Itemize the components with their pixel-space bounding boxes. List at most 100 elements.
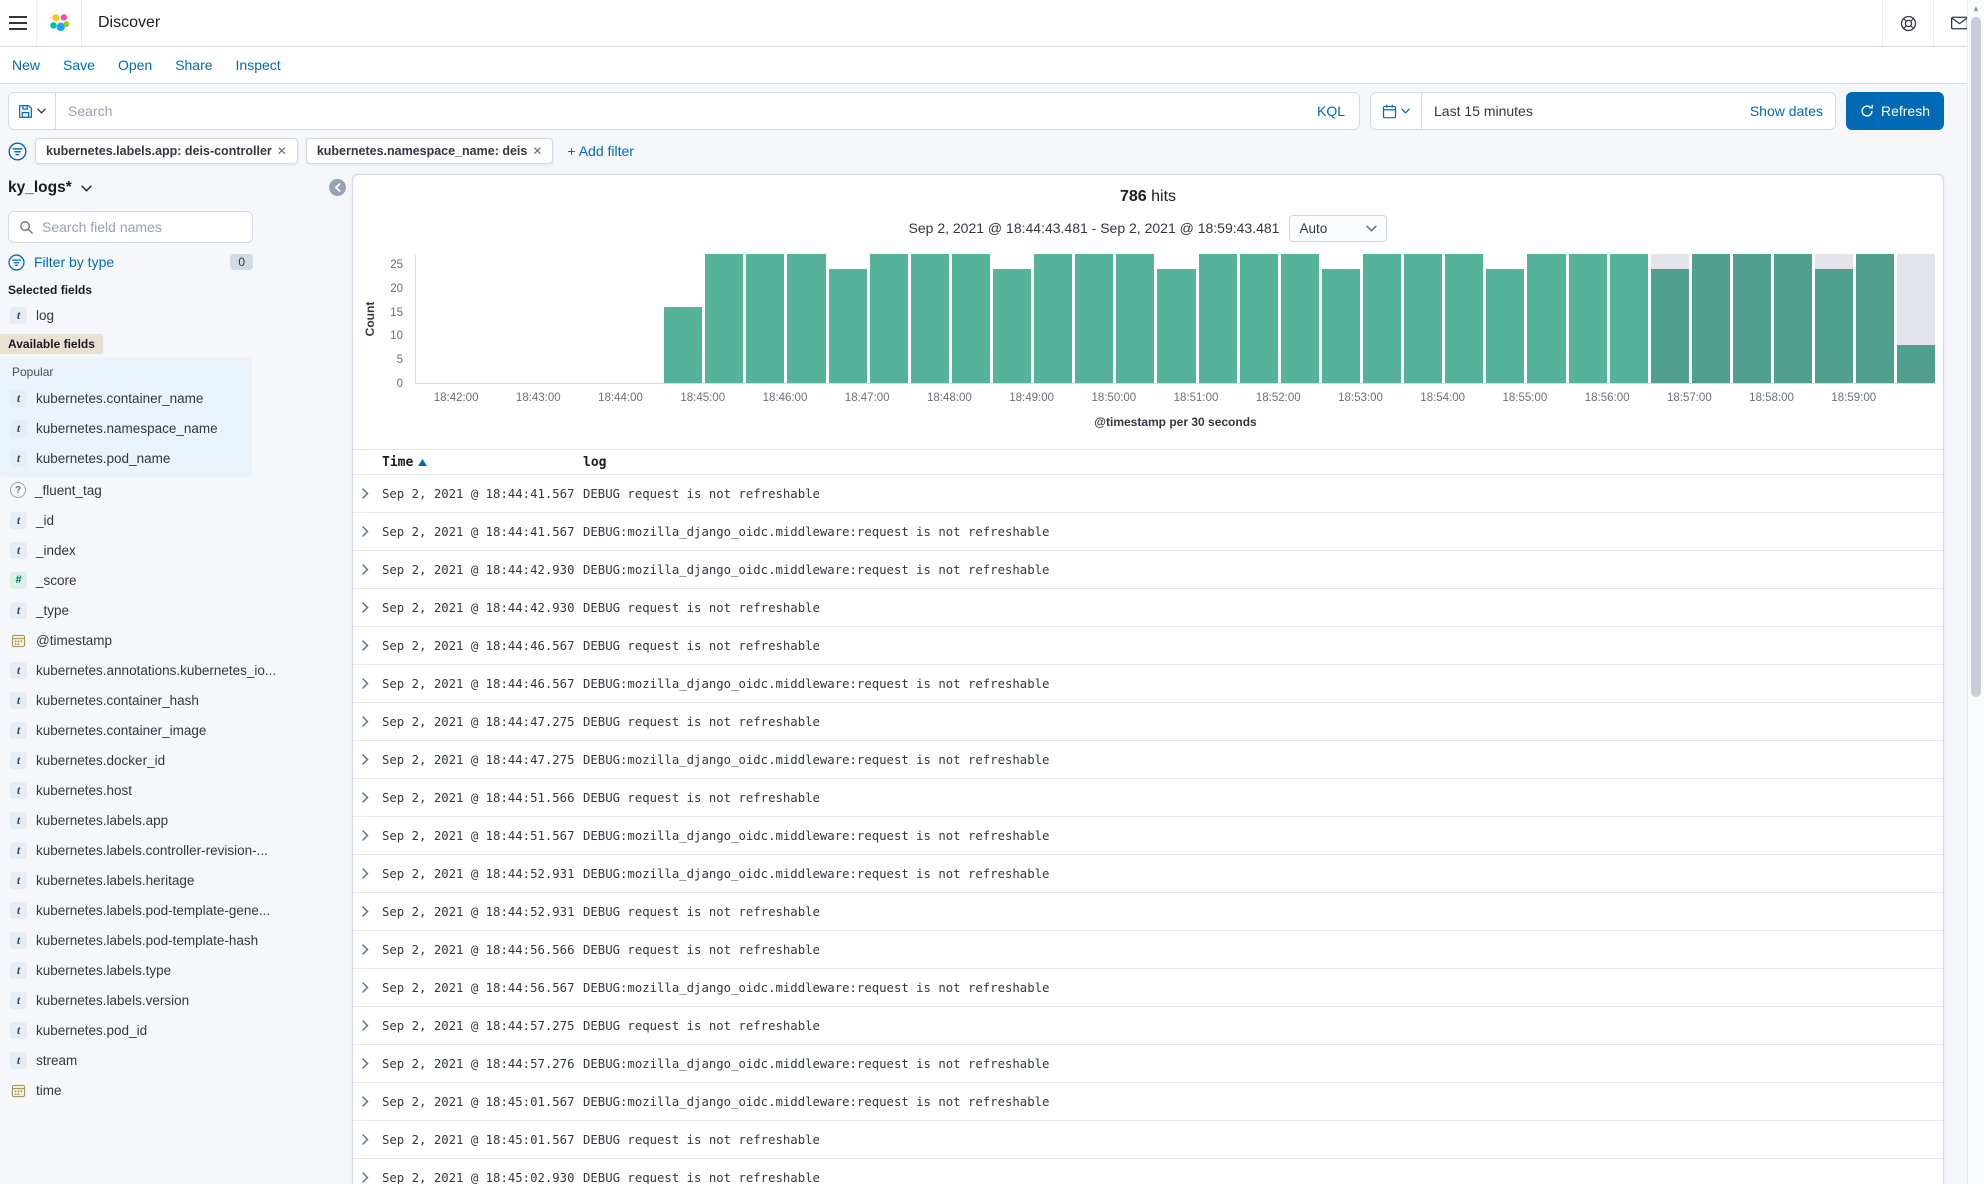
expand-row-icon[interactable]: [353, 830, 382, 841]
table-row[interactable]: Sep 2, 2021 @ 18:44:56.566DEBUG request …: [353, 931, 1943, 969]
histogram-bar[interactable]: [1157, 254, 1195, 383]
field-item[interactable]: ?_fluent_tag: [0, 475, 252, 505]
table-row[interactable]: Sep 2, 2021 @ 18:44:47.275DEBUG request …: [353, 703, 1943, 741]
field-item[interactable]: tkubernetes.pod_name: [0, 443, 252, 473]
expand-row-icon[interactable]: [353, 1058, 382, 1069]
table-row[interactable]: Sep 2, 2021 @ 18:45:02.930DEBUG request …: [353, 1159, 1943, 1184]
expand-row-icon[interactable]: [353, 640, 382, 651]
histogram-bar[interactable]: [829, 254, 867, 383]
histogram-bar[interactable]: [1610, 254, 1648, 383]
histogram-bar[interactable]: [911, 254, 949, 383]
toolbar-link-share[interactable]: Share: [171, 55, 216, 75]
field-item[interactable]: tkubernetes.labels.app: [0, 805, 252, 835]
help-icon[interactable]: [1883, 0, 1933, 46]
expand-row-icon[interactable]: [353, 716, 382, 727]
histogram-bar[interactable]: [1075, 254, 1113, 383]
field-item[interactable]: tkubernetes.container_hash: [0, 685, 252, 715]
field-item[interactable]: tkubernetes.annotations.kubernetes_io...: [0, 655, 252, 685]
menu-hamburger-icon[interactable]: [0, 0, 36, 46]
remove-filter-icon[interactable]: ✕: [272, 144, 292, 158]
field-item[interactable]: tkubernetes.labels.type: [0, 955, 252, 985]
expand-row-icon[interactable]: [353, 906, 382, 917]
kql-syntax-button[interactable]: KQL: [1315, 103, 1347, 119]
histogram-bar[interactable]: [1363, 254, 1401, 383]
expand-row-icon[interactable]: [353, 1172, 382, 1183]
field-item[interactable]: t_type: [0, 595, 252, 625]
field-item[interactable]: tkubernetes.container_image: [0, 715, 252, 745]
table-row[interactable]: Sep 2, 2021 @ 18:44:42.930DEBUG:mozilla_…: [353, 551, 1943, 589]
date-quick-select-button[interactable]: [1370, 92, 1422, 130]
histogram-bar[interactable]: [1692, 254, 1730, 383]
expand-row-icon[interactable]: [353, 868, 382, 879]
histogram-bar[interactable]: [993, 254, 1031, 383]
field-item[interactable]: tkubernetes.container_name: [0, 383, 252, 413]
histogram-bar[interactable]: [1322, 254, 1360, 383]
field-item[interactable]: tkubernetes.labels.pod-template-hash: [0, 925, 252, 955]
histogram-bar[interactable]: [1733, 254, 1771, 383]
expand-row-icon[interactable]: [353, 982, 382, 993]
histogram-bar[interactable]: [1445, 254, 1483, 383]
collapse-sidebar-button[interactable]: [329, 179, 346, 196]
time-column-header[interactable]: Time: [382, 455, 583, 470]
table-row[interactable]: Sep 2, 2021 @ 18:45:01.567DEBUG:mozilla_…: [353, 1083, 1943, 1121]
filter-options-icon[interactable]: [8, 142, 27, 161]
field-item[interactable]: tkubernetes.namespace_name: [0, 413, 252, 443]
table-row[interactable]: Sep 2, 2021 @ 18:44:42.930DEBUG request …: [353, 589, 1943, 627]
histogram-bar[interactable]: [1897, 254, 1935, 383]
toolbar-link-open[interactable]: Open: [114, 55, 156, 75]
table-row[interactable]: Sep 2, 2021 @ 18:44:51.566DEBUG request …: [353, 779, 1943, 817]
table-row[interactable]: Sep 2, 2021 @ 18:44:47.275DEBUG:mozilla_…: [353, 741, 1943, 779]
field-item[interactable]: tlog: [0, 301, 252, 329]
field-item[interactable]: tstream: [0, 1045, 252, 1075]
field-item[interactable]: tkubernetes.pod_id: [0, 1015, 252, 1045]
expand-row-icon[interactable]: [353, 754, 382, 765]
table-row[interactable]: Sep 2, 2021 @ 18:44:56.567DEBUG:mozilla_…: [353, 969, 1943, 1007]
interval-select[interactable]: Auto: [1289, 215, 1387, 242]
toolbar-link-inspect[interactable]: Inspect: [232, 55, 285, 75]
histogram-bar[interactable]: [1404, 254, 1442, 383]
filter-pill-1[interactable]: kubernetes.namespace_name: deis✕: [306, 138, 554, 164]
histogram-bar[interactable]: [1527, 254, 1565, 383]
histogram-bar[interactable]: [952, 254, 990, 383]
scrollbar-up-arrow[interactable]: ▲: [1972, 4, 1980, 13]
histogram-bar[interactable]: [787, 254, 825, 383]
elastic-logo-icon[interactable]: [37, 0, 81, 46]
expand-row-icon[interactable]: [353, 1134, 382, 1145]
field-item[interactable]: #_score: [0, 565, 252, 595]
expand-row-icon[interactable]: [353, 488, 382, 499]
table-row[interactable]: Sep 2, 2021 @ 18:45:01.567DEBUG request …: [353, 1121, 1943, 1159]
toolbar-link-new[interactable]: New: [8, 55, 44, 75]
histogram-bar[interactable]: [1240, 254, 1278, 383]
field-search-input[interactable]: Search field names: [8, 211, 253, 243]
toolbar-link-save[interactable]: Save: [59, 55, 99, 75]
expand-row-icon[interactable]: [353, 564, 382, 575]
show-dates-button[interactable]: Show dates: [1750, 103, 1823, 119]
field-item[interactable]: tkubernetes.labels.heritage: [0, 865, 252, 895]
expand-row-icon[interactable]: [353, 1096, 382, 1107]
field-item[interactable]: tkubernetes.docker_id: [0, 745, 252, 775]
time-range-display[interactable]: Last 15 minutes Show dates: [1422, 92, 1836, 130]
histogram-bar[interactable]: [1486, 254, 1524, 383]
table-row[interactable]: Sep 2, 2021 @ 18:44:41.567DEBUG request …: [353, 475, 1943, 513]
table-row[interactable]: Sep 2, 2021 @ 18:44:46.567DEBUG:mozilla_…: [353, 665, 1943, 703]
field-item[interactable]: t_index: [0, 535, 252, 565]
field-item[interactable]: t_id: [0, 505, 252, 535]
sort-ascending-icon[interactable]: [418, 459, 427, 466]
expand-row-icon[interactable]: [353, 944, 382, 955]
histogram-bar[interactable]: [1281, 254, 1319, 383]
search-input[interactable]: Search KQL: [56, 92, 1360, 130]
index-pattern-switcher[interactable]: ky_logs*: [8, 177, 92, 199]
remove-filter-icon[interactable]: ✕: [527, 144, 547, 158]
field-item[interactable]: tkubernetes.labels.version: [0, 985, 252, 1015]
table-row[interactable]: Sep 2, 2021 @ 18:44:41.567DEBUG:mozilla_…: [353, 513, 1943, 551]
log-column-header[interactable]: log: [583, 455, 1943, 470]
histogram-bar[interactable]: [1651, 254, 1689, 383]
field-item[interactable]: @timestamp: [0, 625, 252, 655]
field-item[interactable]: time: [0, 1075, 252, 1105]
expand-row-icon[interactable]: [353, 1020, 382, 1031]
add-filter-button[interactable]: + Add filter: [567, 143, 634, 159]
table-row[interactable]: Sep 2, 2021 @ 18:44:52.931DEBUG request …: [353, 893, 1943, 931]
histogram-bar[interactable]: [1116, 254, 1154, 383]
table-row[interactable]: Sep 2, 2021 @ 18:44:52.931DEBUG:mozilla_…: [353, 855, 1943, 893]
page-scrollbar[interactable]: ▲: [1967, 0, 1984, 1184]
